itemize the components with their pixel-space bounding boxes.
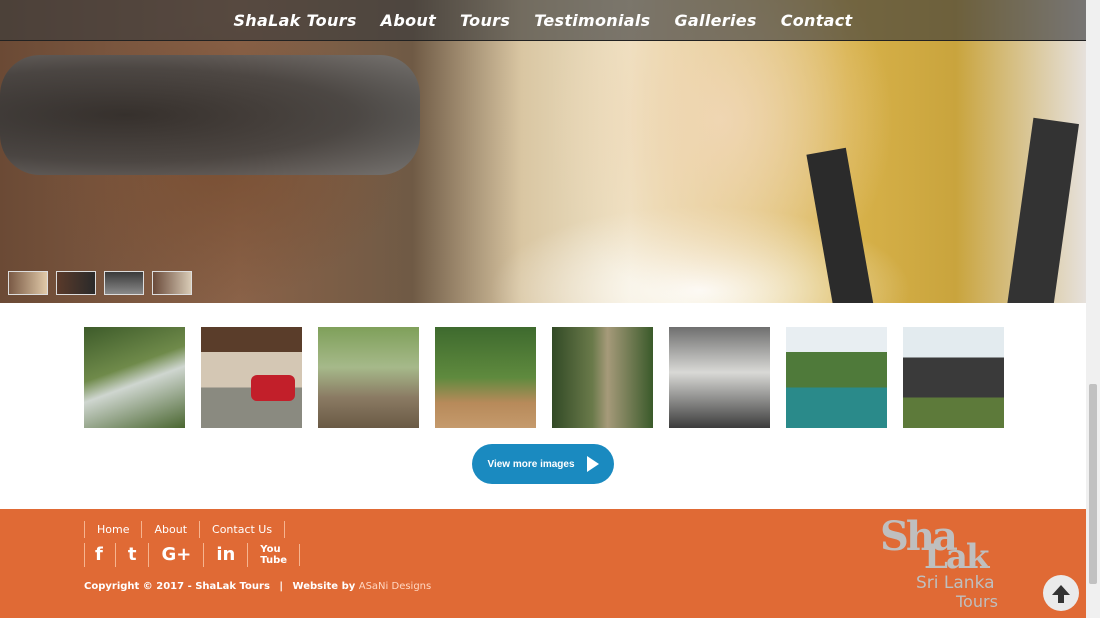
scroll-to-top-button[interactable] (1043, 575, 1079, 611)
image-gallery (84, 327, 1004, 428)
facebook-icon[interactable]: f (84, 543, 116, 567)
social-links: f t G+ in You Tube (84, 543, 301, 567)
nav-item-testimonials[interactable]: Testimonials (534, 11, 650, 30)
designer-link[interactable]: ASaNi Designs (359, 581, 432, 592)
logo-text-tours: Tours (956, 592, 998, 611)
nav-item-galleries[interactable]: Galleries (675, 11, 757, 30)
footer-link-home[interactable]: Home (84, 521, 141, 538)
slide-thumbnail[interactable] (104, 271, 144, 295)
nav-item-tours[interactable]: Tours (460, 11, 510, 30)
footer-link-about[interactable]: About (141, 521, 199, 538)
website-by-text: Website by (292, 581, 356, 592)
slide-thumbnail[interactable] (152, 271, 192, 295)
gallery-image-selfie[interactable] (786, 327, 887, 428)
footer-links: Home About Contact Us (84, 521, 286, 538)
scrollbar[interactable] (1086, 0, 1100, 618)
arrow-up-icon (1052, 585, 1070, 603)
car-shape (251, 375, 295, 401)
gallery-image-tree[interactable] (552, 327, 653, 428)
slide-thumbnail[interactable] (8, 271, 48, 295)
gallery-image-hikers[interactable] (435, 327, 536, 428)
copyright-text: Copyright © 2017 - ShaLak Tours (84, 581, 270, 592)
slideshow-thumbnails (8, 271, 192, 295)
play-icon (586, 456, 599, 472)
slide-thumbnail[interactable] (56, 271, 96, 295)
gallery-image-waterfall[interactable] (84, 327, 185, 428)
gallery-image-people[interactable] (318, 327, 419, 428)
copyright-separator: | (279, 581, 284, 592)
footer-link-contact-us[interactable]: Contact Us (199, 521, 286, 538)
google-plus-icon[interactable]: G+ (149, 543, 205, 567)
copyright-line: Copyright © 2017 - ShaLak Tours | Websit… (84, 581, 431, 592)
gallery-image-car[interactable] (201, 327, 302, 428)
top-navigation: ShaLak Tours About Tours Testimonials Ga… (0, 0, 1086, 41)
gallery-image-ruins[interactable] (669, 327, 770, 428)
scrollbar-thumb[interactable] (1089, 384, 1097, 584)
logo-text-lak: Lak (924, 537, 989, 577)
page: ShaLak Tours About Tours Testimonials Ga… (0, 0, 1100, 618)
hero-slideshow[interactable] (0, 0, 1086, 303)
nav-item-contact[interactable]: Contact (781, 11, 853, 30)
linkedin-icon[interactable]: in (204, 543, 249, 567)
nav-item-about[interactable]: About (381, 11, 436, 30)
hero-photo-detail (0, 55, 420, 175)
logo-text-sri-lanka: Sri Lanka (916, 573, 995, 593)
view-more-images-button[interactable]: View more images (472, 444, 614, 484)
view-more-images-label: View more images (487, 458, 575, 470)
gallery-image-elephant[interactable] (903, 327, 1004, 428)
twitter-icon[interactable]: t (116, 543, 150, 567)
youtube-icon[interactable]: You Tube (248, 544, 301, 566)
shalak-logo: Sha Lak Sri Lanka Tours (880, 513, 1010, 613)
nav-brand-link[interactable]: ShaLak Tours (233, 11, 356, 30)
